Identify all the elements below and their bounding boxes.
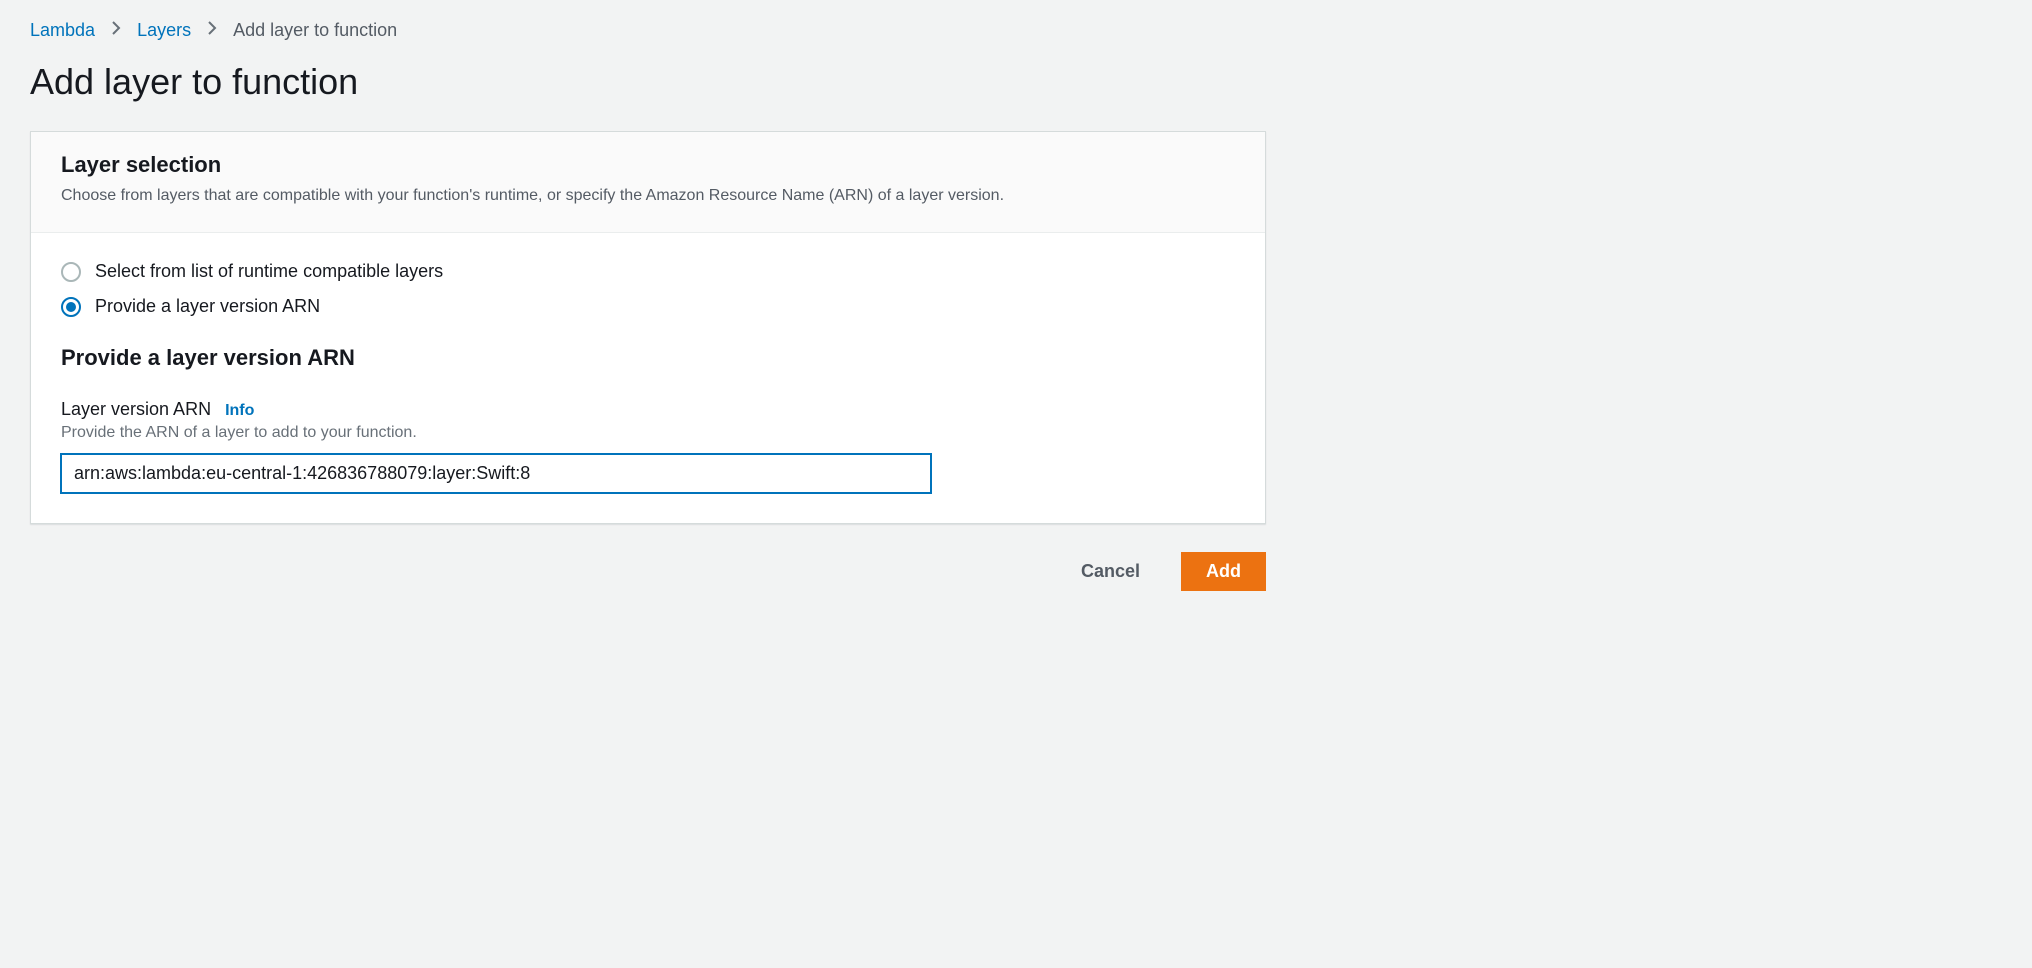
panel-title: Layer selection <box>61 152 1235 178</box>
panel-body: Select from list of runtime compatible l… <box>31 233 1265 523</box>
field-hint: Provide the ARN of a layer to add to you… <box>61 424 1235 442</box>
section-subtitle: Provide a layer version ARN <box>61 345 1235 371</box>
radio-icon <box>61 297 81 317</box>
breadcrumb-link-layers[interactable]: Layers <box>137 20 191 41</box>
info-link[interactable]: Info <box>225 402 254 420</box>
panel-description: Choose from layers that are compatible w… <box>61 184 1235 208</box>
layer-selection-panel: Layer selection Choose from layers that … <box>30 131 1266 524</box>
chevron-right-icon <box>207 21 217 40</box>
panel-header: Layer selection Choose from layers that … <box>31 132 1265 233</box>
page-title: Add layer to function <box>30 61 2002 103</box>
radio-icon <box>61 262 81 282</box>
radio-provide-arn[interactable]: Provide a layer version ARN <box>61 296 1235 317</box>
field-label-row: Layer version ARN Info <box>61 399 1235 420</box>
breadcrumb-link-lambda[interactable]: Lambda <box>30 20 95 41</box>
field-label: Layer version ARN <box>61 399 211 420</box>
layer-arn-input[interactable] <box>61 454 931 493</box>
action-buttons: Cancel Add <box>30 552 1266 591</box>
cancel-button[interactable]: Cancel <box>1056 552 1165 591</box>
breadcrumb-current: Add layer to function <box>233 20 397 41</box>
add-button[interactable]: Add <box>1181 552 1266 591</box>
breadcrumb: Lambda Layers Add layer to function <box>30 20 2002 41</box>
radio-label: Provide a layer version ARN <box>95 296 320 317</box>
chevron-right-icon <box>111 21 121 40</box>
radio-select-from-list[interactable]: Select from list of runtime compatible l… <box>61 261 1235 282</box>
radio-label: Select from list of runtime compatible l… <box>95 261 443 282</box>
